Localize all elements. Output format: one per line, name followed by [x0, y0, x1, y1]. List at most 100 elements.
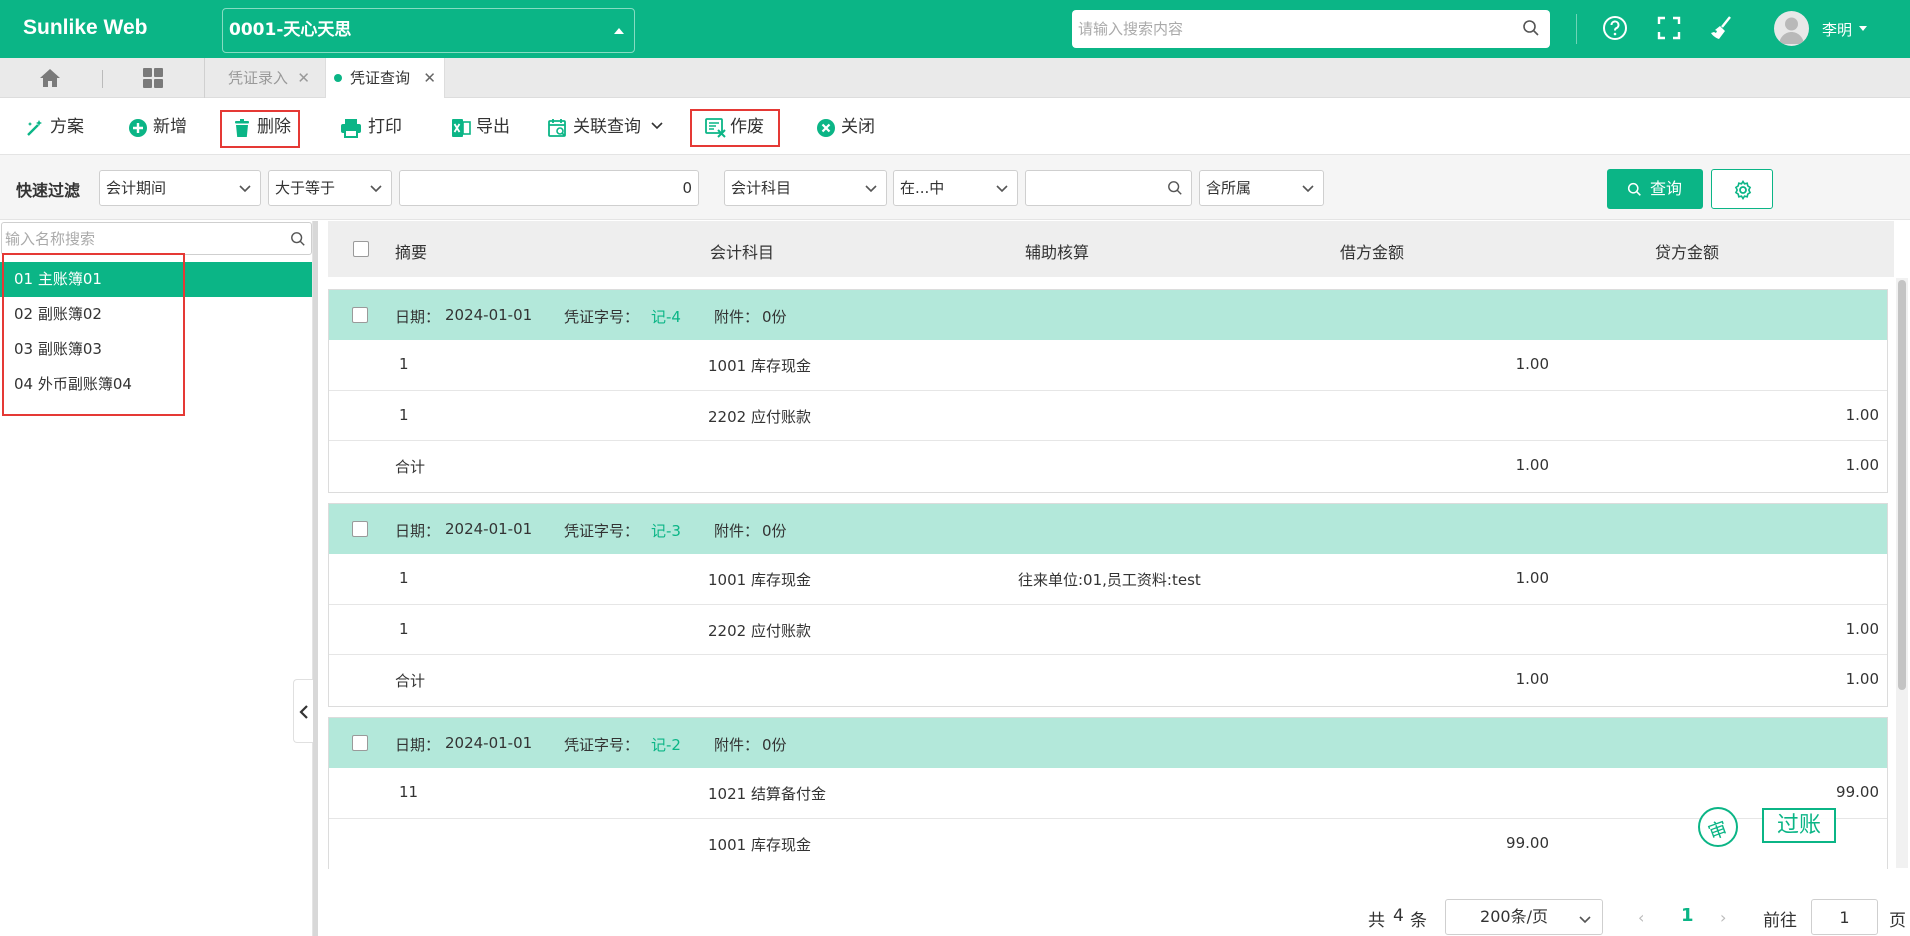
user-name[interactable]: 李明: [1822, 19, 1852, 40]
voucher-number-label: 凭证字号：: [564, 736, 640, 754]
ledger-search-input[interactable]: [2, 223, 282, 254]
column-header-auxiliary[interactable]: 辅助核算: [1025, 239, 1089, 263]
excel-export-icon: [452, 119, 471, 137]
filter-settings-button[interactable]: [1711, 169, 1773, 209]
gear-icon: [1734, 180, 1752, 200]
voucher-date: 2024-01-01: [445, 734, 533, 752]
voucher-header: 日期： 2024-01-01 凭证字号： 记-3 附件： 0份: [329, 504, 1887, 554]
search-icon[interactable]: [1167, 180, 1183, 196]
avatar[interactable]: [1774, 11, 1809, 46]
voucher-entry-row[interactable]: 1 1001 库存现金 往来单位:01,员工资料:test 1.00: [329, 554, 1887, 604]
grid-scrollbar-thumb[interactable]: [1898, 280, 1906, 690]
cell-account: 2202 应付账款: [708, 622, 811, 640]
tab-voucher-entry[interactable]: 凭证录入 ✕: [206, 58, 322, 98]
column-header-account[interactable]: 会计科目: [710, 239, 774, 263]
cell-credit: 1.00: [1845, 456, 1879, 474]
column-header-credit[interactable]: 贷方金额: [1655, 239, 1719, 263]
filter-operator-2-select[interactable]: 在...中: [893, 170, 1018, 206]
fullscreen-icon[interactable]: [1655, 14, 1683, 42]
chevron-down-icon: [1579, 916, 1591, 924]
collapse-panel-button[interactable]: [293, 679, 313, 743]
cell-summary: 11: [399, 783, 419, 801]
prev-page-icon[interactable]: ‹: [1638, 908, 1644, 927]
account-selector-value: 0001-天心天思: [229, 20, 352, 40]
clear-cache-broom-icon[interactable]: [1708, 14, 1736, 42]
close-icon[interactable]: ✕: [423, 58, 436, 98]
voucher-attachments: 0份: [762, 308, 787, 326]
voucher-checkbox[interactable]: [352, 735, 368, 751]
page-size-select[interactable]: 200条/页: [1445, 899, 1603, 935]
page-suffix: 页: [1889, 911, 1906, 931]
voucher-date-label: 日期：: [395, 736, 441, 754]
search-icon[interactable]: [290, 231, 306, 247]
voucher-total-row: 合计 1.00 1.00: [329, 440, 1887, 490]
user-caret-down-icon[interactable]: [1859, 26, 1867, 31]
voucher-entry-row[interactable]: 1 1001 库存现金 1.00: [329, 340, 1887, 390]
voucher-entry-row[interactable]: 1001 库存现金 99.00: [329, 818, 1887, 868]
filter-field-2-select[interactable]: 会计科目: [724, 170, 887, 206]
close-icon[interactable]: ✕: [297, 58, 310, 98]
posted-stamp: 过账: [1762, 808, 1836, 843]
apps-grid-icon[interactable]: [143, 68, 163, 88]
home-icon[interactable]: [39, 68, 61, 88]
scope-select[interactable]: 含所属: [1199, 170, 1324, 206]
search-icon[interactable]: [1522, 19, 1540, 37]
filter-value-2-input[interactable]: [1025, 170, 1192, 206]
filter-operator-1-select[interactable]: 大于等于: [268, 170, 392, 206]
ledger-highlight-box: [2, 253, 185, 416]
quick-filter-label: 快速过滤: [16, 181, 81, 200]
column-header-summary[interactable]: 摘要: [395, 239, 427, 263]
cell-credit: 99.00: [1836, 783, 1879, 801]
filter-field-1-select[interactable]: 会计期间: [99, 170, 261, 206]
void-highlight-box: [690, 109, 780, 147]
cell-summary: 1: [399, 569, 409, 587]
voucher-entry-row[interactable]: 11 1021 结算备付金 99.00: [329, 768, 1887, 818]
query-button[interactable]: 查询: [1607, 169, 1703, 209]
voucher-entry-row[interactable]: 1 2202 应付账款 1.00: [329, 604, 1887, 654]
cell-summary: 1: [399, 406, 409, 424]
tab-bar-divider: [102, 70, 103, 88]
voucher-date: 2024-01-01: [445, 520, 533, 538]
global-search[interactable]: [1072, 10, 1550, 48]
voucher-date: 2024-01-01: [445, 306, 533, 324]
caret-up-icon: [614, 28, 624, 34]
audit-stamp-text: 审: [1705, 817, 1731, 845]
cell-account: 1001 库存现金: [708, 357, 811, 375]
panel-splitter[interactable]: [313, 221, 318, 936]
ledger-search[interactable]: [1, 222, 312, 255]
tab-label: 凭证录入: [228, 69, 289, 87]
voucher-header: 日期： 2024-01-01 凭证字号： 记-4 附件： 0份: [329, 290, 1887, 340]
cell-debit: 1.00: [1515, 355, 1549, 373]
cell-auxiliary: 往来单位:01,员工资料:test: [1018, 571, 1201, 589]
voucher-number-link[interactable]: 记-2: [651, 734, 681, 755]
tab-label: 凭证查询: [350, 69, 411, 87]
total-suffix: 条: [1410, 911, 1427, 931]
chevron-down-icon: [239, 185, 251, 193]
voucher-checkbox[interactable]: [352, 521, 368, 537]
tab-voucher-query[interactable]: 凭证查询 ✕: [325, 58, 445, 98]
total-count: 4: [1393, 906, 1404, 926]
chevron-down-icon: [651, 122, 663, 130]
voucher-card: 日期： 2024-01-01 凭证字号： 记-4 附件： 0份 1 1001 库…: [328, 289, 1888, 493]
global-search-input[interactable]: [1072, 10, 1512, 48]
goto-page-value[interactable]: [1812, 900, 1877, 934]
account-selector[interactable]: 0001-天心天思: [222, 8, 635, 53]
header-divider: [1576, 14, 1577, 44]
select-all-checkbox[interactable]: [353, 241, 369, 257]
voucher-number-link[interactable]: 记-3: [651, 520, 681, 541]
filter-operator-2-value: 在...中: [900, 179, 945, 197]
filter-value-1-input[interactable]: 0: [399, 170, 699, 206]
chevron-left-icon: [299, 705, 308, 719]
voucher-header: 日期： 2024-01-01 凭证字号： 记-2 附件： 0份: [329, 718, 1887, 768]
next-page-icon[interactable]: ›: [1720, 908, 1726, 927]
voucher-checkbox[interactable]: [352, 307, 368, 323]
current-page[interactable]: 1: [1681, 905, 1694, 926]
voucher-entry-row[interactable]: 1 2202 应付账款 1.00: [329, 390, 1887, 440]
column-header-debit[interactable]: 借方金额: [1340, 239, 1404, 263]
goto-page-input[interactable]: [1811, 899, 1878, 935]
voucher-number-link[interactable]: 记-4: [651, 306, 681, 327]
calendar-search-icon: [548, 119, 566, 137]
cell-credit: 1.00: [1845, 406, 1879, 424]
chevron-down-icon: [370, 185, 382, 193]
help-icon[interactable]: [1601, 14, 1629, 42]
